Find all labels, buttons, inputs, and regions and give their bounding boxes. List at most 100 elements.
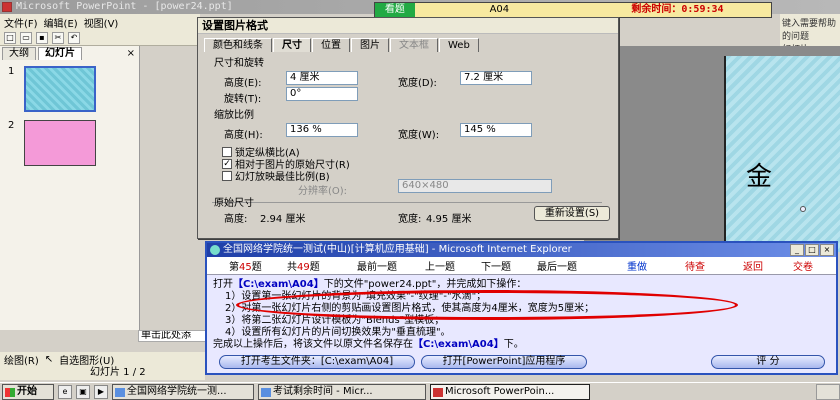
quicklaunch-media-icon[interactable]: ▶ [94,384,108,399]
orig-width-label: 宽度: [398,214,422,225]
new-file-icon[interactable]: □ [4,31,16,44]
slideshow-scale-box[interactable] [222,170,232,181]
task-timer-window[interactable]: 考试剩余时间 - Micr... [258,383,426,400]
slideshow-scale-checkbox[interactable]: 幻灯放映最佳比例(B) [222,168,330,183]
rotation-label: 旋转(T): [224,94,262,105]
notes-placeholder[interactable]: 单击此处添 [138,330,208,342]
scale-section: 缩放比例 [214,110,254,121]
menu-edit[interactable]: 编辑(E) [44,15,78,30]
question-nav-bar: 第45题 共49题 最前一题 上一题 下一题 最后一题 重做 待查 返回 交卷 [207,257,836,275]
reset-button[interactable]: 重新设置(S) [534,206,610,221]
width-input[interactable]: 7.2 厘米 [460,71,532,85]
exam-banner: 看题 A04 剩余时间：0:59:34 [374,2,772,18]
question-step-4: 4）设置所有幻灯片的片间切换效果为"垂直梳理"。 [225,327,451,338]
undo-icon[interactable]: ↶ [68,31,80,44]
redo-button[interactable]: 重做 [627,258,647,273]
system-tray [816,383,840,400]
height-input[interactable]: 4 厘米 [286,71,358,85]
slide-text: 金 [746,162,773,192]
submit-button[interactable]: 交卷 [793,258,813,273]
autoshapes-menu[interactable]: 自选图形(U) [59,352,114,367]
slide-thumbnail-2[interactable] [24,120,96,166]
help-area: 键入需要帮助的问题 幻灯片 [780,14,840,55]
ie-icon [115,387,125,397]
start-button[interactable]: 开始 [2,383,54,400]
question-save-note: 完成以上操作后，将该文件以原文件名保存在【C:\exam\A04】下。 [213,339,524,350]
height-label: 高度(E): [224,78,262,89]
task-exam-window[interactable]: 全国网络学院统一测... [112,383,254,400]
maximize-icon[interactable]: □ [805,244,819,256]
tab-textbox: 文本框 [390,38,438,52]
quicklaunch-ie-icon[interactable]: e [58,384,72,399]
task-powerpoint[interactable]: Microsoft PowerPoin... [430,383,590,400]
close-icon[interactable]: × [127,48,135,60]
orig-width-value: 4.95 厘米 [426,214,472,225]
slide-number-1: 1 [8,66,15,77]
current-slide[interactable]: 金 [724,56,840,252]
return-button[interactable]: 返回 [743,258,763,273]
first-question-button[interactable]: 最前一题 [357,258,397,273]
question-total: 共49题 [287,262,320,273]
menu-file[interactable]: 文件(F) [4,15,38,30]
scale-height-label: 高度(H): [224,130,263,141]
powerpoint-icon [433,387,443,397]
check-icon[interactable]: ✓ [222,158,232,169]
tab-slides[interactable]: 幻灯片 [38,47,82,60]
quicklaunch-desktop-icon[interactable]: ▣ [76,384,90,399]
tab-size[interactable]: 尺寸 [273,38,311,52]
orig-height-label: 高度: [224,214,248,225]
grade-button[interactable]: 评 分 [711,355,825,369]
view-question-tab[interactable]: 看题 [375,3,415,17]
open-powerpoint-button[interactable]: 打开[PowerPoint]应用程序 [421,355,587,369]
question-window-title-text: 全国网络学院统一测试(中山)[计算机应用基础] - Microsoft Inte… [223,244,572,255]
exam-folder-label: A04 [414,3,584,17]
scale-width-label: 宽度(W): [398,130,440,141]
tab-picture[interactable]: 图片 [351,38,389,52]
help-hint[interactable]: 键入需要帮助的问题 [782,16,838,42]
powerpoint-icon [2,2,12,12]
powerpoint-title-text: Microsoft PowerPoint - [power24.ppt] [16,1,233,12]
dialog-tabs: 颜色和线条 尺寸 位置 图片 文本框 Web [198,38,618,52]
status-bar: 幻灯片 1 / 2 [0,366,205,380]
tab-position[interactable]: 位置 [312,38,350,52]
scale-width-input[interactable]: 145 % [460,123,532,137]
draw-menu[interactable]: 绘图(R) [4,352,39,367]
pending-button[interactable]: 待查 [685,258,705,273]
original-size-section: 原始尺寸 [214,198,254,209]
drawing-toolbar: 绘图(R) ↖ 自选图形(U) [0,352,205,367]
resolution-select: 640×480 [398,179,552,193]
divider [212,202,602,203]
next-question-button[interactable]: 下一题 [481,258,511,273]
tab-outline[interactable]: 大纲 [2,47,36,60]
menu-view[interactable]: 视图(V) [84,15,119,30]
minimize-icon[interactable]: _ [790,244,804,256]
slideshow-scale-label: 幻灯放映最佳比例(B) [235,172,330,183]
highlight-oval [236,290,738,320]
pointer-icon[interactable]: ↖ [45,354,53,365]
question-window-title: 全国网络学院统一测试(中山)[计算机应用基础] - Microsoft Inte… [207,243,836,257]
save-icon[interactable]: ▪ [36,31,48,44]
scale-height-input[interactable]: 136 % [286,123,358,137]
cut-icon[interactable]: ✂ [52,31,64,44]
tab-colors-lines[interactable]: 颜色和线条 [204,38,272,52]
size-rotate-section: 尺寸和旋转 [214,58,264,69]
resolution-label: 分辨率(O): [298,186,348,197]
dialog-title: 设置图片格式 [198,18,618,34]
slide-thumbnail-1[interactable] [24,66,96,112]
ie-icon [261,387,271,397]
menu-bar: 文件(F) 编辑(E) 视图(V) [0,14,200,30]
rotation-input[interactable]: 0° [286,87,358,101]
previous-question-button[interactable]: 上一题 [425,258,455,273]
pane-tabs: 大纲 幻灯片 × [0,46,139,60]
window-controls: _ □ × [790,244,834,256]
open-file-icon[interactable]: ▭ [20,31,32,44]
open-exam-folder-button[interactable]: 打开考生文件夹：[C:\exam\A04] [219,355,415,369]
last-question-button[interactable]: 最后一题 [537,258,577,273]
slide-number-2: 2 [8,120,15,131]
lock-aspect-box[interactable] [222,146,232,157]
close-icon[interactable]: × [820,244,834,256]
selection-handle[interactable] [800,206,806,212]
width-label: 宽度(D): [398,78,437,89]
windows-logo-icon [5,387,15,397]
tab-web[interactable]: Web [439,38,479,52]
